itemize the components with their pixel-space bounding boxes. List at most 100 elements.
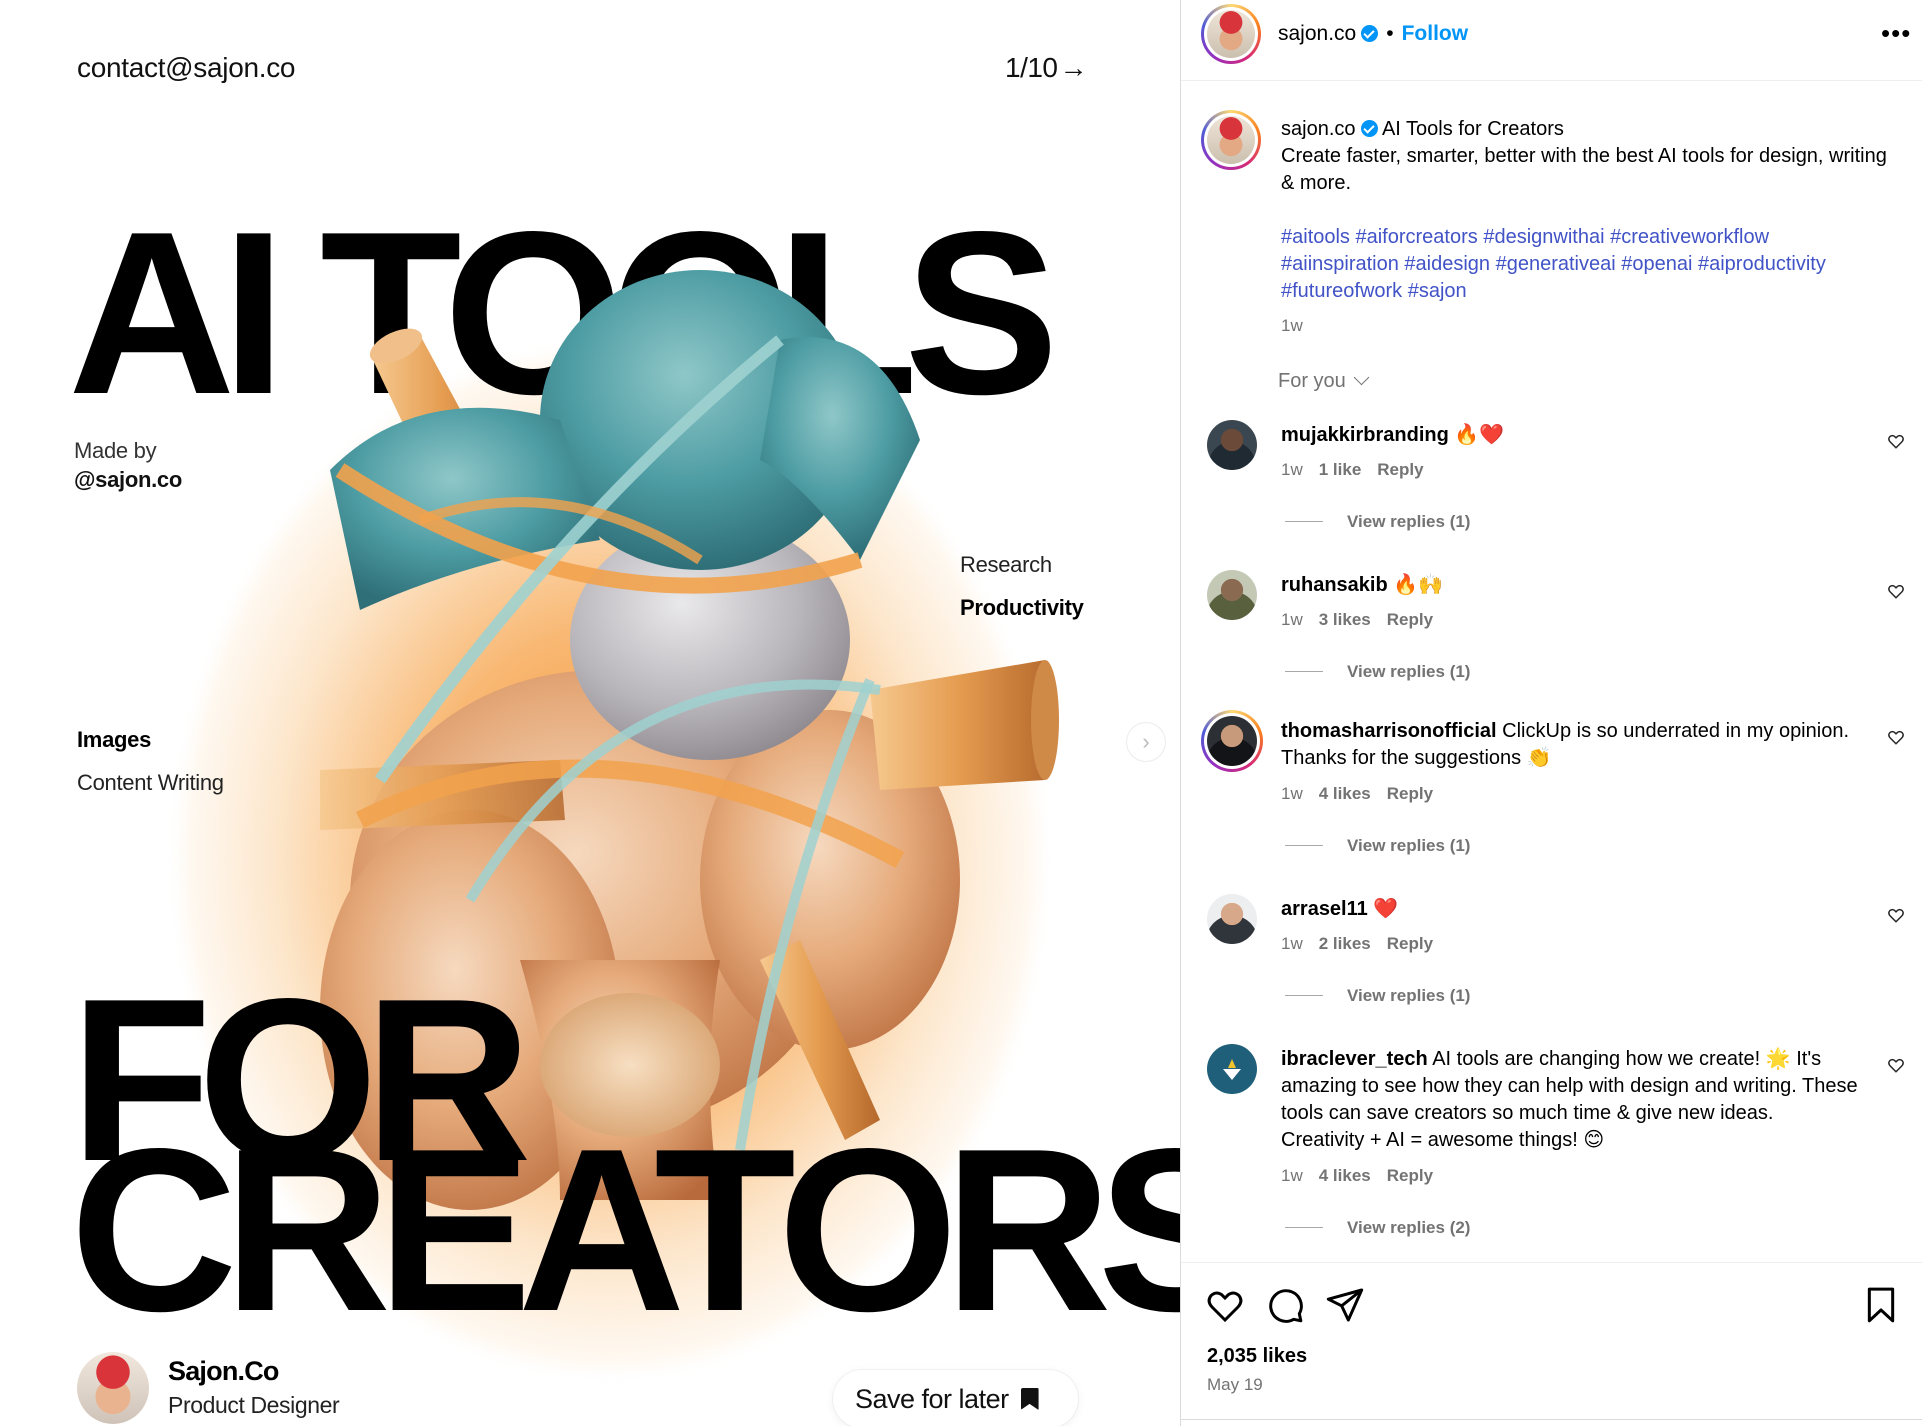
save-for-later-label: Save for later bbox=[855, 1383, 1009, 1414]
post-date: May 19 bbox=[1207, 1375, 1263, 1394]
author-name: Sajon.Co bbox=[168, 1356, 279, 1386]
headline-creators: CREATORS bbox=[70, 1101, 1180, 1360]
comment-meta: 1w 1 like Reply bbox=[1281, 460, 1440, 480]
replies-line bbox=[1285, 521, 1323, 522]
comment-username[interactable]: arrasel11 bbox=[1281, 898, 1368, 920]
follow-button[interactable]: Follow bbox=[1402, 22, 1469, 45]
comment-meta: 1w 4 likes Reply bbox=[1281, 1166, 1449, 1186]
more-options-icon[interactable]: ••• bbox=[1881, 18, 1911, 49]
reply-button[interactable]: Reply bbox=[1387, 610, 1433, 629]
caption-time[interactable]: 1w bbox=[1281, 316, 1303, 336]
view-replies-button[interactable]: View replies (1) bbox=[1285, 512, 1470, 532]
view-replies-button[interactable]: View replies (1) bbox=[1285, 986, 1470, 1006]
comment-username[interactable]: mujakkirbranding bbox=[1281, 424, 1449, 446]
view-replies-label: View replies (1) bbox=[1347, 662, 1471, 681]
header-avatar[interactable] bbox=[1201, 4, 1261, 64]
comment-avatar[interactable] bbox=[1207, 1044, 1257, 1094]
view-replies-label: View replies (1) bbox=[1347, 986, 1471, 1005]
heart-icon[interactable] bbox=[1887, 906, 1905, 924]
comment-text: mujakkirbranding 🔥❤️ bbox=[1281, 422, 1861, 449]
contact-email: contact@sajon.co bbox=[77, 52, 296, 83]
header-user-line: sajon.co • Follow bbox=[1278, 22, 1468, 46]
slide-counter: 1/10→ bbox=[1005, 52, 1087, 84]
comment-meta: 1w 2 likes Reply bbox=[1281, 934, 1449, 954]
view-replies-button[interactable]: View replies (2) bbox=[1285, 1218, 1470, 1238]
comment-text: ruhansakib 🔥🙌 bbox=[1281, 572, 1861, 599]
post-sidebar: sajon.co • Follow ••• sajon.co AI Tools fo… bbox=[1180, 0, 1922, 1426]
view-replies-label: View replies (2) bbox=[1347, 1218, 1471, 1237]
comment-username[interactable]: ruhansakib bbox=[1281, 574, 1388, 596]
comment-likes[interactable]: 2 likes bbox=[1319, 934, 1371, 953]
caption-hashtags[interactable]: #aitools #aiforcreators #designwithai #c… bbox=[1281, 226, 1826, 302]
comment-username[interactable]: ibraclever_tech bbox=[1281, 1048, 1428, 1070]
comment-meta: 1w 3 likes Reply bbox=[1281, 610, 1449, 630]
comment-avatar[interactable] bbox=[1207, 570, 1257, 620]
replies-line bbox=[1285, 845, 1323, 846]
comment-filter-dropdown[interactable]: For you bbox=[1278, 369, 1370, 393]
comment-avatar[interactable] bbox=[1201, 710, 1263, 772]
comment-content: 🔥❤️ bbox=[1454, 424, 1505, 446]
chevron-down-icon bbox=[1353, 369, 1370, 386]
comment-likes[interactable]: 1 like bbox=[1319, 460, 1362, 479]
save-icon[interactable] bbox=[1861, 1285, 1901, 1325]
view-replies-button[interactable]: View replies (1) bbox=[1285, 836, 1470, 856]
author-avatar bbox=[77, 1352, 149, 1424]
heart-icon[interactable] bbox=[1887, 582, 1905, 600]
chevron-right-icon: › bbox=[1142, 729, 1150, 754]
reply-button[interactable]: Reply bbox=[1387, 1166, 1433, 1185]
action-bar: 2,035 likes May 19 bbox=[1181, 1262, 1922, 1427]
comment-avatar[interactable] bbox=[1207, 894, 1257, 944]
comment-time[interactable]: 1w bbox=[1281, 460, 1303, 479]
label-images: Images bbox=[77, 727, 152, 752]
label-content-writing: Content Writing bbox=[77, 770, 224, 795]
reply-button[interactable]: Reply bbox=[1387, 784, 1433, 803]
heart-icon[interactable] bbox=[1887, 728, 1905, 746]
caption-text: Create faster, smarter, better with the … bbox=[1281, 145, 1887, 194]
made-by-handle: @sajon.co bbox=[74, 467, 182, 492]
verified-icon bbox=[1360, 120, 1378, 137]
made-by-label: Made by bbox=[74, 438, 157, 463]
separator-dot: • bbox=[1386, 22, 1394, 45]
replies-line bbox=[1285, 995, 1323, 996]
comment-likes[interactable]: 4 likes bbox=[1319, 1166, 1371, 1185]
comment-likes[interactable]: 4 likes bbox=[1319, 784, 1371, 803]
comment-time[interactable]: 1w bbox=[1281, 1166, 1303, 1185]
comment-meta: 1w 4 likes Reply bbox=[1281, 784, 1449, 804]
view-replies-label: View replies (1) bbox=[1347, 836, 1471, 855]
comment-icon[interactable] bbox=[1265, 1285, 1305, 1325]
caption-avatar[interactable] bbox=[1201, 110, 1261, 170]
comment-time[interactable]: 1w bbox=[1281, 610, 1303, 629]
author-role: Product Designer bbox=[168, 1392, 340, 1418]
view-replies-label: View replies (1) bbox=[1347, 512, 1471, 531]
comment-text: ibraclever_tech AI tools are changing ho… bbox=[1281, 1046, 1861, 1154]
label-productivity: Productivity bbox=[960, 595, 1084, 620]
bookmark-icon bbox=[1020, 1388, 1039, 1410]
post-header: sajon.co • Follow ••• bbox=[1181, 0, 1922, 81]
comment-text: arrasel11 ❤️ bbox=[1281, 896, 1861, 923]
next-slide-button[interactable]: › bbox=[1126, 722, 1166, 762]
comment-time[interactable]: 1w bbox=[1281, 934, 1303, 953]
heart-icon[interactable] bbox=[1887, 432, 1905, 450]
comment-username[interactable]: thomasharrisonofficial bbox=[1281, 720, 1497, 742]
like-heart-icon[interactable] bbox=[1205, 1285, 1245, 1325]
post-image[interactable]: AI TOOLS bbox=[0, 0, 1180, 1426]
share-icon[interactable] bbox=[1325, 1285, 1365, 1325]
replies-line bbox=[1285, 1227, 1323, 1228]
heart-icon[interactable] bbox=[1887, 1056, 1905, 1074]
save-for-later-badge: Save for later bbox=[833, 1370, 1078, 1426]
comment-avatar[interactable] bbox=[1207, 420, 1257, 470]
comment-time[interactable]: 1w bbox=[1281, 784, 1303, 803]
reply-button[interactable]: Reply bbox=[1387, 934, 1433, 953]
arrow-right-icon: → bbox=[1059, 52, 1088, 83]
like-count[interactable]: 2,035 likes bbox=[1207, 1345, 1307, 1368]
comment-likes[interactable]: 3 likes bbox=[1319, 610, 1371, 629]
comment-content: ❤️ bbox=[1373, 898, 1399, 920]
made-by: Made by @sajon.co bbox=[74, 436, 182, 494]
view-replies-button[interactable]: View replies (1) bbox=[1285, 662, 1470, 682]
comment-text: thomasharrisonofficial ClickUp is so und… bbox=[1281, 718, 1861, 772]
divider bbox=[1181, 1419, 1922, 1420]
reply-button[interactable]: Reply bbox=[1377, 460, 1423, 479]
caption-username[interactable]: sajon.co bbox=[1281, 118, 1356, 140]
header-username[interactable]: sajon.co bbox=[1278, 22, 1356, 45]
comment-filter-label: For you bbox=[1278, 370, 1346, 392]
